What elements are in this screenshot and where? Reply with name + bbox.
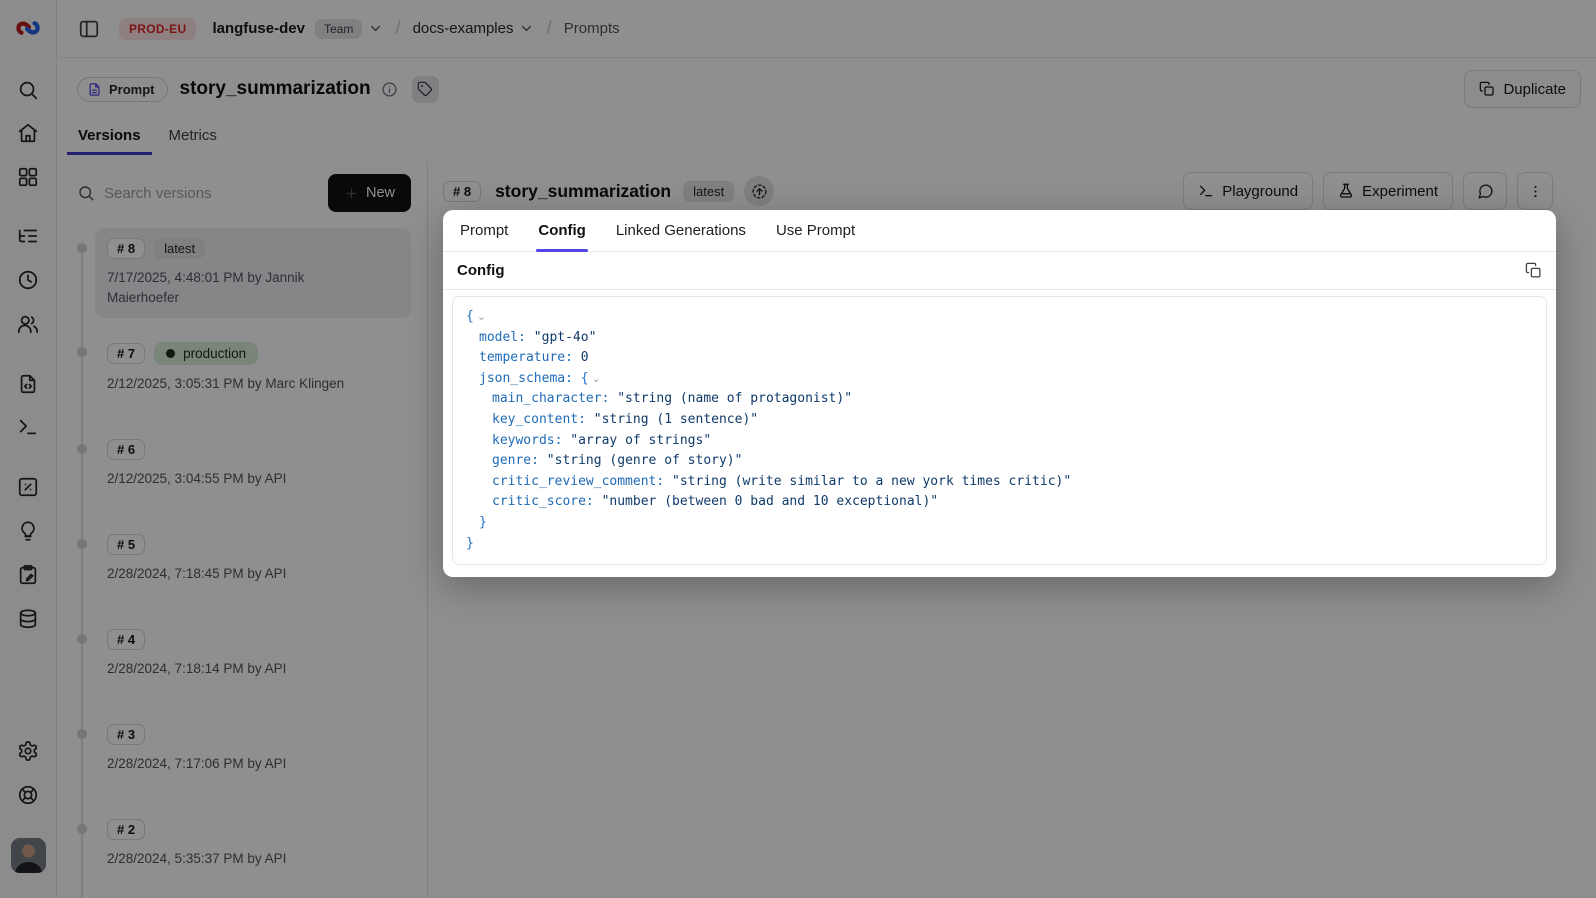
config-section-title: Config [457, 262, 504, 279]
json-line: json_schema: {⌄ [466, 369, 1533, 390]
json-line: } [466, 534, 1533, 555]
collapse-chevron-icon[interactable]: ⌄ [592, 372, 601, 385]
config-body: {⌄ model: "gpt-4o" temperature: 0 json_s… [443, 290, 1556, 577]
json-line: key_content: "string (1 sentence)" [466, 410, 1533, 431]
json-line: main_character: "string (name of protago… [466, 389, 1533, 410]
copy-icon[interactable] [1525, 262, 1542, 279]
tab-use-prompt[interactable]: Use Prompt [776, 210, 855, 251]
tab-prompt[interactable]: Prompt [460, 210, 508, 251]
collapse-chevron-icon[interactable]: ⌄ [477, 310, 486, 323]
json-line: critic_score: "number (between 0 bad and… [466, 492, 1533, 513]
tab-linked-generations[interactable]: Linked Generations [616, 210, 746, 251]
json-line: } [466, 513, 1533, 534]
json-line: {⌄ [466, 307, 1533, 328]
detail-tab-bar: Prompt Config Linked Generations Use Pro… [443, 210, 1556, 252]
json-line: critic_review_comment: "string (write si… [466, 472, 1533, 493]
tab-config[interactable]: Config [538, 210, 585, 251]
json-line: temperature: 0 [466, 348, 1533, 369]
config-json-viewer[interactable]: {⌄ model: "gpt-4o" temperature: 0 json_s… [452, 296, 1547, 565]
config-section-header: Config [443, 252, 1556, 290]
json-line: keywords: "array of strings" [466, 431, 1533, 452]
json-line: genre: "string (genre of story)" [466, 451, 1533, 472]
prompt-detail-card: Prompt Config Linked Generations Use Pro… [443, 210, 1556, 577]
json-line: model: "gpt-4o" [466, 328, 1533, 349]
